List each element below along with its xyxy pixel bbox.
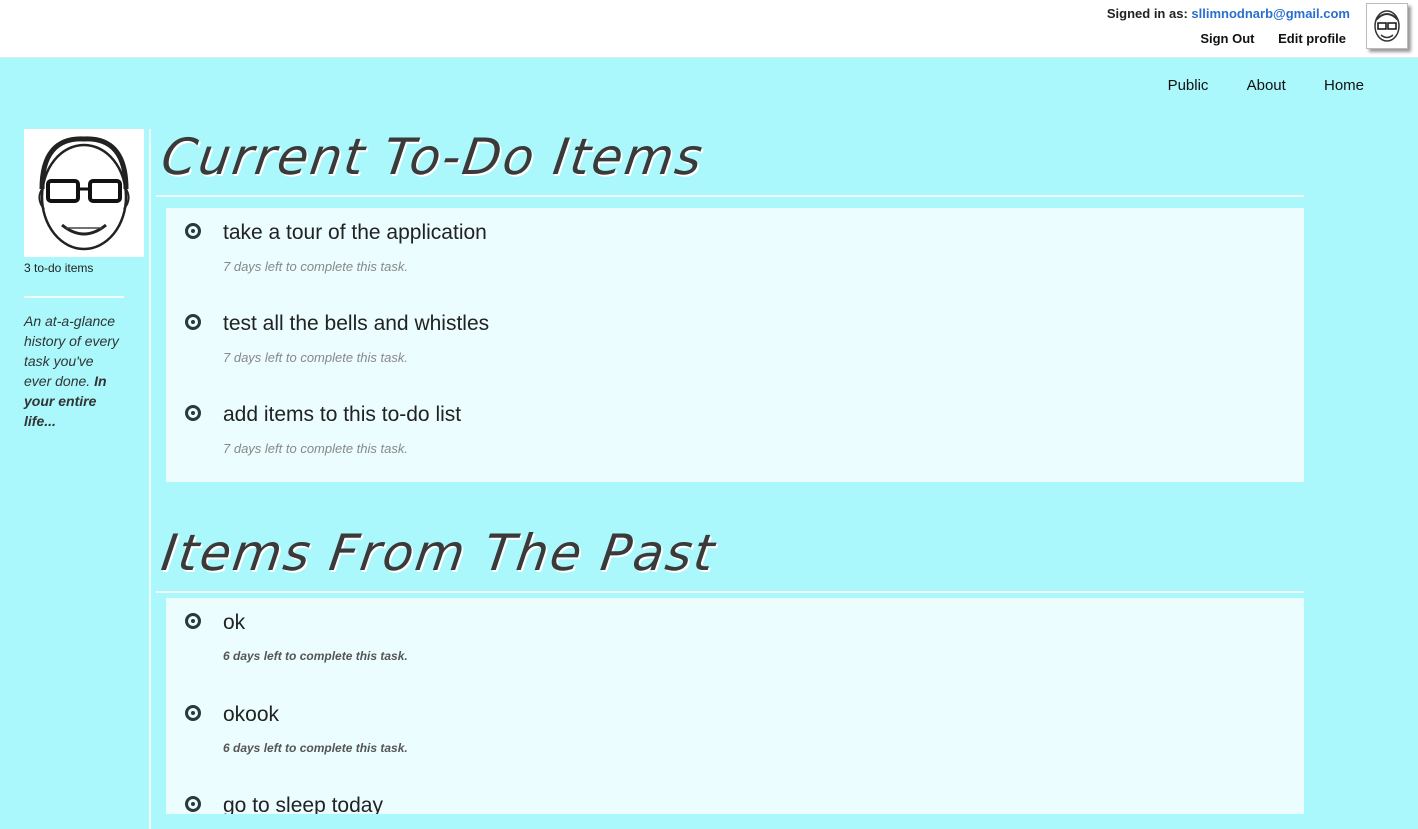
nav-public[interactable]: Public <box>1168 77 1209 94</box>
list-item: go to sleep today <box>166 794 1304 814</box>
past-items-panel: ok 6 days left to complete this task. ok… <box>166 598 1304 814</box>
radio-target-icon[interactable] <box>185 613 201 629</box>
sidebar-divider <box>24 296 124 298</box>
item-due: 6 days left to complete this task. <box>223 649 408 663</box>
radio-target-icon[interactable] <box>185 405 201 421</box>
todo-count: 3 to-do items <box>24 261 94 275</box>
current-section-title: Current To-Do Items <box>158 128 708 186</box>
past-section-title: Items From The Past <box>158 524 720 582</box>
account-links: Sign Out Edit profile <box>1180 31 1346 46</box>
radio-target-icon[interactable] <box>185 796 201 812</box>
past-title-rule <box>156 591 1304 593</box>
current-title-rule <box>156 195 1304 197</box>
item-title: go to sleep today <box>223 794 383 814</box>
top-bar: Signed in as: sllimnodnarb@gmail.com Sig… <box>0 0 1418 58</box>
item-title: okook <box>223 703 280 726</box>
list-item: add items to this to-do list 7 days left… <box>166 403 1304 483</box>
avatar-sketch-icon <box>1374 10 1400 42</box>
item-due: 7 days left to complete this task. <box>223 350 408 365</box>
item-due: 7 days left to complete this task. <box>223 441 408 456</box>
current-items-panel: take a tour of the application 7 days le… <box>166 208 1304 482</box>
list-item: take a tour of the application 7 days le… <box>166 221 1304 301</box>
item-due: 6 days left to complete this task. <box>223 741 408 755</box>
item-title: add items to this to-do list <box>223 403 462 426</box>
profile-avatar <box>24 129 144 257</box>
main-nav: Public About Home <box>1134 77 1364 94</box>
avatar-sketch-icon <box>24 129 144 257</box>
item-title: test all the bells and whistles <box>223 312 490 335</box>
edit-profile-link[interactable]: Edit profile <box>1278 31 1346 46</box>
signed-in-info: Signed in as: sllimnodnarb@gmail.com <box>1107 6 1350 21</box>
signed-in-label: Signed in as: <box>1106 6 1188 21</box>
list-item: okook 6 days left to complete this task. <box>166 703 1304 783</box>
user-email-link[interactable]: sllimnodnarb@gmail.com <box>1191 6 1350 21</box>
item-due: 7 days left to complete this task. <box>223 259 408 274</box>
radio-target-icon[interactable] <box>185 223 201 239</box>
list-item: test all the bells and whistles 7 days l… <box>166 312 1304 392</box>
nav-about[interactable]: About <box>1247 77 1286 94</box>
sidebar-separator <box>149 129 151 829</box>
item-title: ok <box>223 611 246 634</box>
list-item: ok 6 days left to complete this task. <box>166 611 1304 691</box>
radio-target-icon[interactable] <box>185 314 201 330</box>
sign-out-link[interactable]: Sign Out <box>1200 31 1254 46</box>
nav-home[interactable]: Home <box>1324 77 1364 94</box>
item-title: take a tour of the application <box>223 221 487 244</box>
sidebar-tagline: An at-a-glance history of every task you… <box>24 311 124 431</box>
radio-target-icon[interactable] <box>185 705 201 721</box>
user-avatar-small[interactable] <box>1366 3 1408 49</box>
